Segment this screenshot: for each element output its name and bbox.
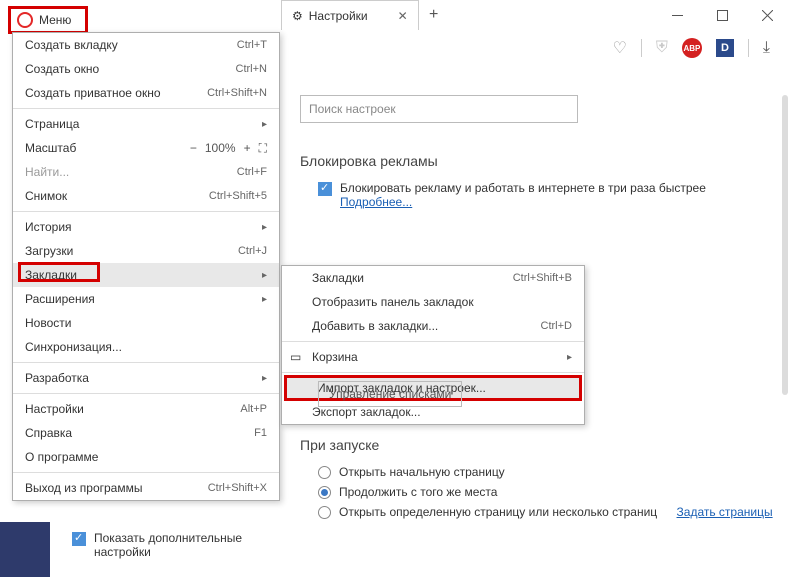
tab-settings[interactable]: ⚙ Настройки ✕	[281, 0, 419, 30]
menu-page[interactable]: Страница▸	[13, 112, 279, 136]
chevron-right-icon: ▸	[262, 270, 267, 281]
zoom-out-button[interactable]: −	[190, 141, 197, 155]
separator	[13, 108, 279, 109]
d-extension-icon[interactable]: D	[716, 39, 734, 57]
zoom-in-button[interactable]: +	[244, 141, 251, 155]
gear-icon: ⚙	[292, 9, 303, 23]
adblock-label: Блокировать рекламу и работать в интерне…	[340, 181, 706, 195]
chevron-right-icon: ▸	[262, 222, 267, 233]
fullscreen-icon[interactable]: ⛶	[259, 141, 267, 156]
shield-icon[interactable]: ⛨	[656, 39, 668, 57]
chevron-right-icon: ▸	[262, 119, 267, 130]
menu-dev[interactable]: Разработка▸	[13, 366, 279, 390]
menu-find[interactable]: Найти...Ctrl+F	[13, 160, 279, 184]
show-advanced-checkbox[interactable]	[72, 532, 86, 546]
chevron-right-icon: ▸	[262, 294, 267, 305]
download-icon[interactable]: ⤓	[763, 39, 770, 57]
minimize-button[interactable]	[655, 0, 700, 30]
menu-zoom: Масштаб − 100% + ⛶	[13, 136, 279, 160]
section-adblock-title: Блокировка рекламы	[300, 153, 778, 169]
divider	[641, 39, 642, 57]
menu-extensions[interactable]: Расширения▸	[13, 287, 279, 311]
menu-button-label: Меню	[39, 13, 71, 27]
menu-new-tab[interactable]: Создать вкладкуCtrl+T	[13, 33, 279, 57]
menu-downloads[interactable]: ЗагрузкиCtrl+J	[13, 239, 279, 263]
section-startup-title: При запуске	[300, 437, 778, 453]
menu-history[interactable]: История▸	[13, 215, 279, 239]
adblock-checkbox[interactable]	[318, 182, 332, 196]
menu-snapshot[interactable]: СнимокCtrl+Shift+5	[13, 184, 279, 208]
adblock-more-link[interactable]: Подробнее...	[340, 195, 412, 209]
separator	[13, 393, 279, 394]
set-pages-link[interactable]: Задать страницы	[677, 505, 773, 519]
manage-lists-button[interactable]: Управление списками	[318, 381, 462, 407]
menu-new-private[interactable]: Создать приватное окноCtrl+Shift+N	[13, 81, 279, 105]
menu-bookmarks[interactable]: Закладки▸	[13, 263, 279, 287]
main-menu: Создать вкладкуCtrl+T Создать окноCtrl+N…	[12, 32, 280, 501]
menu-exit[interactable]: Выход из программыCtrl+Shift+X	[13, 476, 279, 500]
divider	[748, 39, 749, 57]
heart-icon[interactable]: ♡	[613, 38, 627, 58]
menu-button[interactable]: Меню	[8, 6, 88, 34]
menu-new-window[interactable]: Создать окноCtrl+N	[13, 57, 279, 81]
radio-continue[interactable]	[318, 486, 331, 499]
separator	[13, 472, 279, 473]
separator	[13, 362, 279, 363]
sidebar-bottom	[0, 522, 50, 577]
radio-start-page[interactable]	[318, 466, 331, 479]
menu-help[interactable]: СправкаF1	[13, 421, 279, 445]
menu-sync[interactable]: Синхронизация...	[13, 335, 279, 359]
menu-about[interactable]: О программе	[13, 445, 279, 469]
radio-specific-pages[interactable]	[318, 506, 331, 519]
opera-icon	[17, 12, 33, 28]
menu-settings[interactable]: НастройкиAlt+P	[13, 397, 279, 421]
scrollbar[interactable]	[782, 95, 788, 395]
separator	[13, 211, 279, 212]
menu-news[interactable]: Новости	[13, 311, 279, 335]
close-button[interactable]	[745, 0, 790, 30]
maximize-button[interactable]	[700, 0, 745, 30]
show-advanced-label: Показать дополнительные настройки	[94, 531, 256, 559]
tab-title: Настройки	[309, 9, 368, 23]
close-icon[interactable]: ✕	[398, 9, 408, 23]
search-input[interactable]: Поиск настроек	[300, 95, 578, 123]
abp-icon[interactable]: ABP	[682, 38, 702, 58]
zoom-value: 100%	[205, 141, 236, 155]
new-tab-button[interactable]: +	[419, 6, 449, 24]
chevron-right-icon: ▸	[262, 373, 267, 384]
